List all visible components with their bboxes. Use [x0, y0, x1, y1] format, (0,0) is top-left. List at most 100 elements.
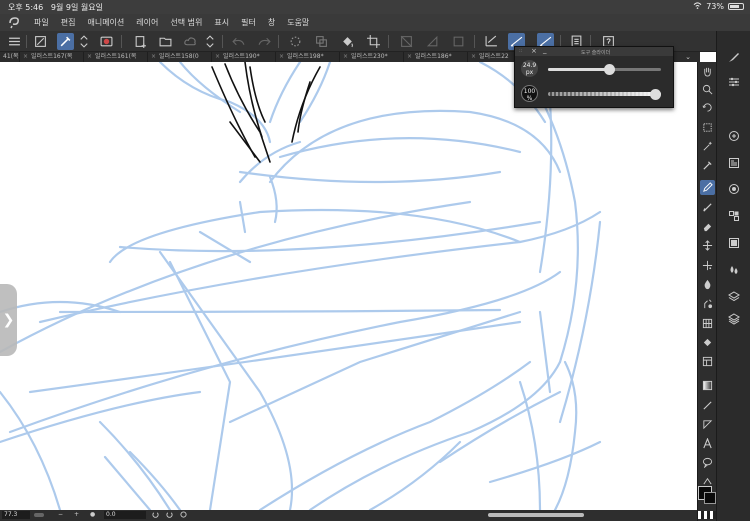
brush-icon[interactable] — [726, 49, 742, 65]
close-icon[interactable]: × — [87, 53, 92, 60]
copy-icon[interactable] — [313, 33, 330, 50]
new-canvas-icon[interactable] — [132, 33, 149, 50]
transparent-color-swatch[interactable] — [698, 511, 716, 519]
layout-icon[interactable] — [700, 354, 715, 369]
eyedropper-icon[interactable] — [57, 33, 74, 50]
opacity-slider[interactable] — [548, 89, 661, 100]
sparkle-icon[interactable] — [700, 258, 715, 273]
move-icon[interactable] — [700, 238, 715, 253]
close-icon[interactable]: × — [407, 53, 412, 60]
zoom-slider[interactable] — [34, 513, 44, 517]
fit-button[interactable]: ● — [90, 511, 95, 519]
tab-label: 일러스트22 — [479, 53, 509, 60]
magic-wand-icon[interactable] — [700, 139, 715, 154]
gradient-icon[interactable] — [700, 378, 715, 393]
color-icon[interactable] — [726, 181, 742, 197]
open-folder-icon[interactable] — [157, 33, 174, 50]
zoom-in-button[interactable]: + — [74, 511, 79, 519]
tab-document[interactable]: × 일러스트158(0 — [148, 52, 212, 62]
blend-icon[interactable] — [700, 277, 715, 292]
tab-document[interactable]: × 일러스트198* — [276, 52, 340, 62]
snap-icon[interactable] — [424, 33, 441, 50]
navigator-icon[interactable] — [726, 128, 742, 144]
menu-edit[interactable]: 편집 — [55, 17, 82, 28]
brush-size-slider[interactable] — [548, 64, 661, 75]
ruler-icon[interactable] — [483, 33, 500, 50]
line-icon[interactable] — [700, 398, 715, 413]
drawing-canvas[interactable]: ❯ — [0, 62, 697, 510]
close-icon[interactable]: × — [471, 53, 476, 60]
spinner-icon[interactable] — [287, 33, 304, 50]
slider-knob[interactable] — [604, 64, 616, 75]
fill-icon[interactable] — [700, 335, 715, 350]
eraser-icon[interactable] — [700, 219, 715, 234]
layers-icon[interactable] — [726, 155, 742, 171]
stack-icon[interactable] — [726, 311, 742, 327]
slider-knob[interactable] — [650, 89, 661, 100]
tool-slider-popup: :: × _ 도구 슬라이더 24.9 px 100 % — [514, 46, 674, 108]
minimize-button[interactable]: _ — [543, 46, 547, 54]
tab-document[interactable]: × 일러스트167(복 — [20, 52, 84, 62]
close-button[interactable]: × — [531, 47, 537, 55]
tab-document[interactable]: × 일러스트230* — [340, 52, 404, 62]
rotation-field[interactable]: 0.0 — [104, 511, 146, 519]
fill-icon[interactable] — [339, 33, 356, 50]
menu-help[interactable]: 도움말 — [281, 17, 315, 28]
pen-icon[interactable] — [700, 180, 715, 195]
rotate-right-icon[interactable] — [166, 511, 173, 521]
material-icon[interactable] — [726, 208, 742, 224]
balloon-icon[interactable] — [700, 455, 715, 470]
crop-icon[interactable] — [365, 33, 382, 50]
menu-selection[interactable]: 선택 범위 — [164, 17, 208, 28]
sub-color-swatch[interactable] — [704, 492, 716, 504]
reset-rotation-icon[interactable] — [180, 511, 187, 521]
clip-studio-logo-icon[interactable] — [0, 16, 28, 29]
menu-layer[interactable]: 레이어 — [130, 17, 164, 28]
color-wheel-icon[interactable] — [98, 33, 115, 50]
grip-icon[interactable]: :: — [519, 48, 522, 54]
grid-icon[interactable] — [700, 316, 715, 331]
side-panel-toggle[interactable]: ❯ — [0, 284, 17, 356]
decoration-icon[interactable] — [700, 296, 715, 311]
frame-icon[interactable] — [450, 33, 467, 50]
layer-properties-icon[interactable] — [726, 289, 742, 305]
pencil-icon[interactable] — [700, 200, 715, 215]
popup-header[interactable]: :: × _ 도구 슬라이더 — [515, 46, 673, 56]
tab-document[interactable]: × 일러스트161(복 — [84, 52, 148, 62]
menu-icon[interactable] — [6, 33, 23, 50]
transform-icon[interactable] — [32, 33, 49, 50]
updown-icon[interactable] — [78, 33, 90, 50]
timeline-icon[interactable] — [726, 235, 742, 251]
close-icon[interactable]: × — [23, 53, 28, 60]
rotate-icon[interactable] — [700, 100, 715, 115]
updown-icon[interactable] — [204, 33, 216, 50]
close-icon[interactable]: × — [279, 53, 284, 60]
rotate-left-icon[interactable] — [152, 511, 159, 521]
snap-off-icon[interactable] — [398, 33, 415, 50]
zoom-icon[interactable] — [700, 82, 715, 97]
triangle-icon[interactable] — [700, 417, 715, 432]
zoom-out-button[interactable]: − — [58, 511, 63, 519]
eyedropper-icon[interactable] — [700, 158, 715, 173]
close-icon[interactable]: × — [151, 53, 156, 60]
settings-sliders-icon[interactable] — [726, 74, 742, 90]
redo-icon[interactable] — [256, 33, 273, 50]
tab-document[interactable]: × 일러스트186* — [404, 52, 468, 62]
tab-document[interactable]: 41(복 — [0, 52, 20, 62]
selection-icon[interactable] — [700, 120, 715, 135]
text-icon[interactable] — [700, 436, 715, 451]
close-icon[interactable]: × — [343, 53, 348, 60]
tab-document[interactable]: × 일러스트190* — [212, 52, 276, 62]
undo-icon[interactable] — [230, 33, 247, 50]
menu-view[interactable]: 표시 — [208, 17, 235, 28]
menu-filter[interactable]: 필터 — [235, 17, 262, 28]
drops-icon[interactable] — [726, 262, 742, 278]
zoom-field[interactable]: 77.3 — [2, 511, 30, 519]
menu-animation[interactable]: 애니메이션 — [81, 17, 130, 28]
menu-file[interactable]: 파일 — [28, 17, 55, 28]
tab-list-button[interactable]: ⌄ — [680, 52, 696, 62]
close-icon[interactable]: × — [215, 53, 220, 60]
hand-icon[interactable] — [700, 64, 715, 79]
cloud-icon[interactable] — [182, 33, 199, 50]
menu-window[interactable]: 창 — [262, 17, 281, 28]
